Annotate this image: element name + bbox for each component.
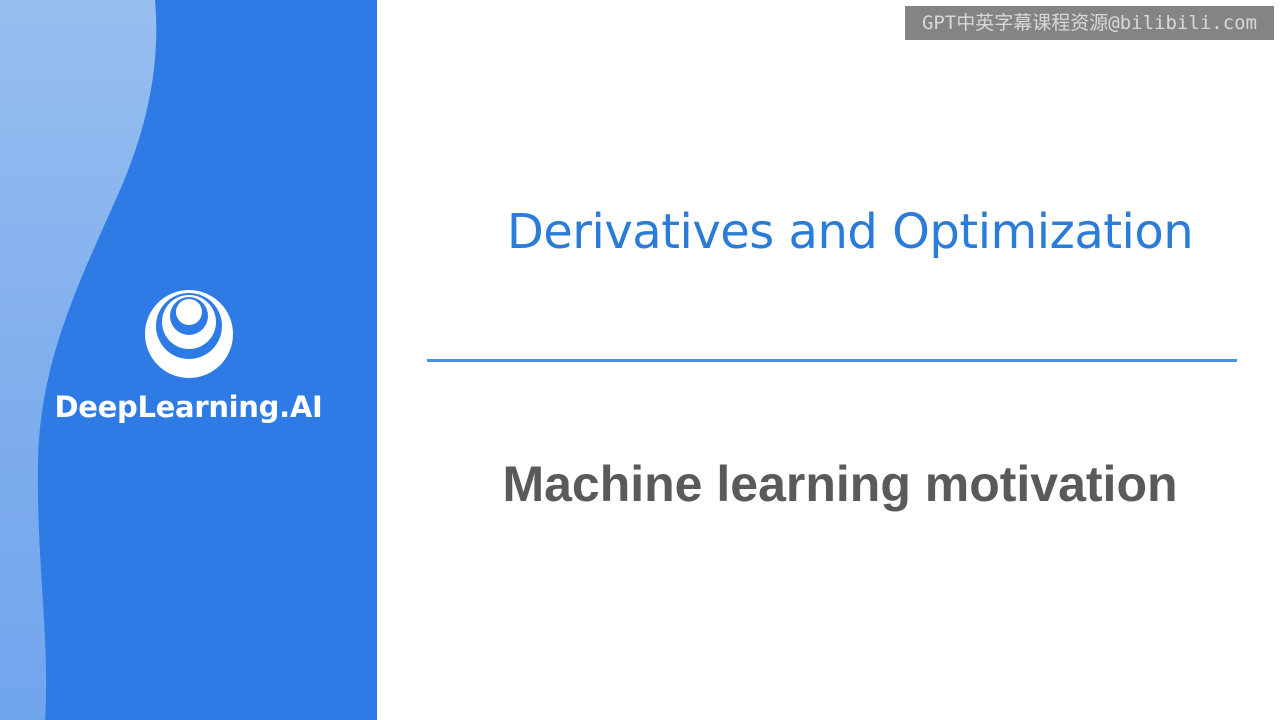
brand-name: DeepLearning.AI	[54, 390, 323, 424]
title-divider	[427, 359, 1237, 362]
watermark: GPT中英字幕课程资源@bilibili.com	[905, 6, 1274, 40]
deeplearning-ai-logo-icon	[144, 290, 233, 378]
logo	[0, 288, 377, 380]
slide-title: Derivatives and Optimization	[506, 204, 1194, 260]
brand-sidebar: DeepLearning.AI	[0, 0, 377, 720]
slide-subtitle: Machine learning motivation	[502, 456, 1178, 512]
